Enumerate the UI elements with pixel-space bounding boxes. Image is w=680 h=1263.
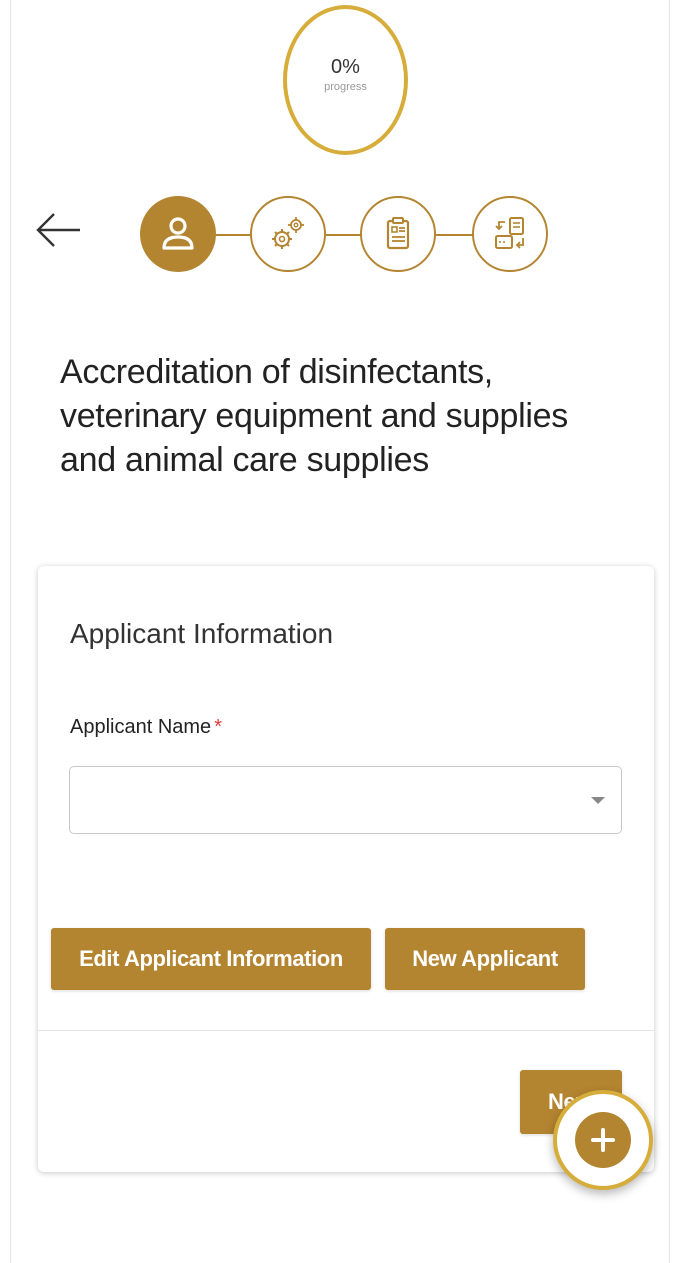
caret-down-icon [591,797,605,804]
applicant-card: Applicant Information Applicant Name * Ed… [38,566,654,1172]
progress-indicator: 0% progress [283,5,408,155]
document-exchange-icon [495,217,524,249]
page-title: Accreditation of disinfectants, veterina… [60,353,568,479]
step-connector [216,234,252,236]
card-divider [38,1030,654,1031]
step-connector [326,234,362,236]
applicant-name-select[interactable] [69,766,622,834]
edit-applicant-button[interactable]: Edit Applicant Information [51,928,371,990]
new-applicant-button[interactable]: New Applicant [385,928,585,990]
fab-inner [575,1112,631,1168]
step-service-details[interactable] [250,196,326,272]
fab-add-button[interactable] [553,1090,653,1190]
progress-label: progress [324,81,367,93]
applicant-name-label: Applicant Name * [70,716,222,739]
user-icon [162,217,194,250]
back-button[interactable] [32,208,86,252]
clipboard-icon [386,217,410,250]
gears-icon [272,217,304,249]
applicant-name-label-text: Applicant Name [70,716,212,738]
step-applicant[interactable] [140,196,216,272]
step-review[interactable] [472,196,548,272]
step-attachments[interactable] [360,196,436,272]
arrow-left-icon [36,213,80,247]
progress-value: 0% [331,56,360,78]
plus-icon [591,1128,615,1152]
required-marker: * [214,716,222,738]
step-connector [436,234,474,236]
section-title: Applicant Information [70,618,334,649]
